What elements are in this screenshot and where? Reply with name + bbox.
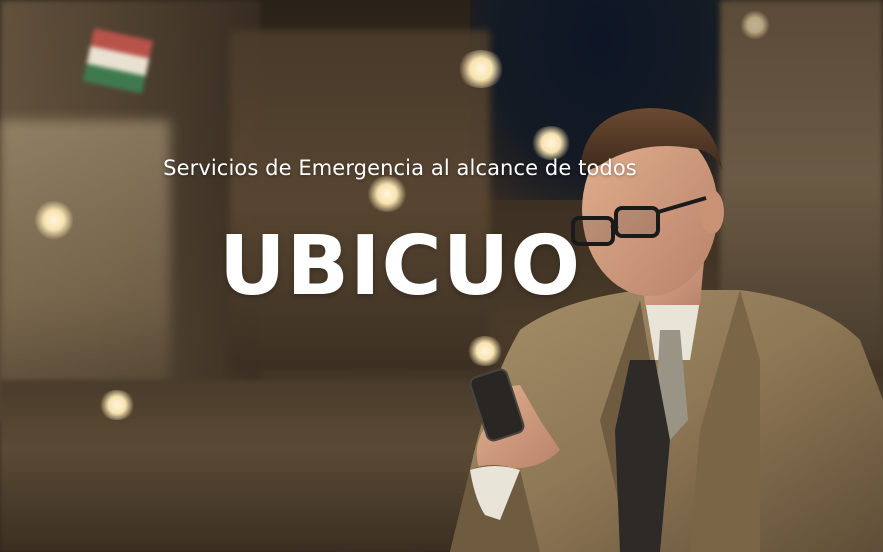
brand-title: UBICUO (218, 219, 582, 314)
hero-section: Servicios de Emergencia al alcance de to… (0, 0, 883, 552)
hero-tagline: Servicios de Emergencia al alcance de to… (163, 156, 637, 180)
